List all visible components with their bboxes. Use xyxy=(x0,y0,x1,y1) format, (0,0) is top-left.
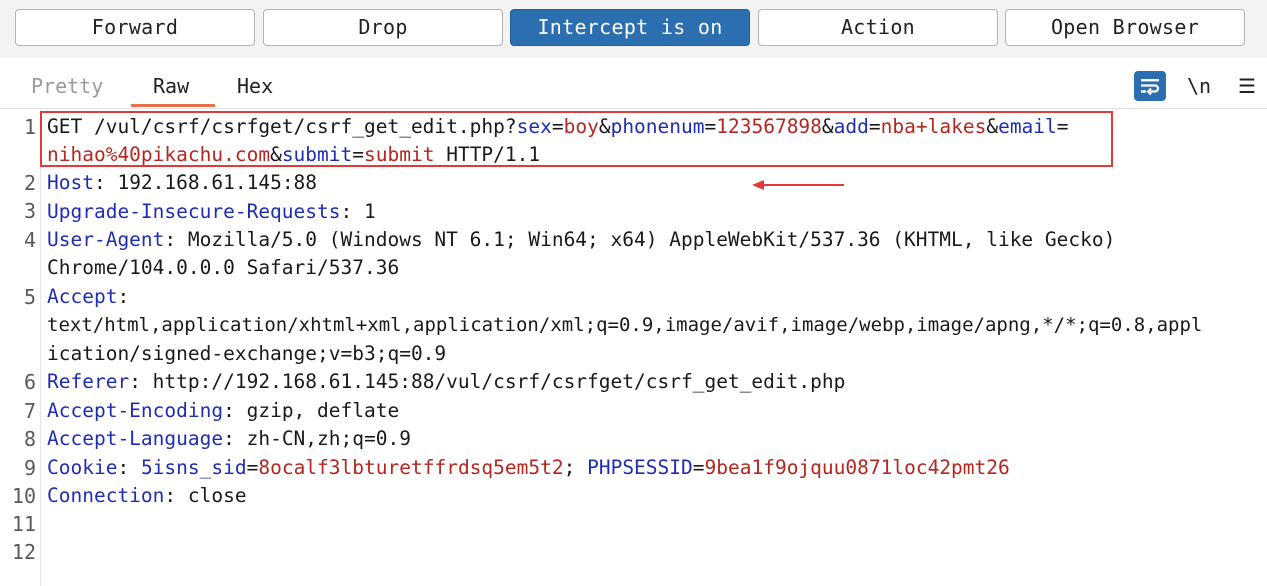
menu-icon[interactable]: ☰ xyxy=(1232,71,1262,101)
tab-pretty[interactable]: Pretty xyxy=(31,74,103,98)
header-accept[interactable]: Accept: xyxy=(47,283,129,311)
line-number: 3 xyxy=(23,199,36,223)
header-accept-value-cont[interactable]: ication/signed-exchange;v=b3;q=0.9 xyxy=(47,340,446,368)
line-number: 5 xyxy=(23,285,36,309)
line-number: 10 xyxy=(11,484,36,508)
line-number: 4 xyxy=(23,228,36,252)
header-cookie[interactable]: Cookie: 5isns_sid=8ocalf3lbturetffrdsq5e… xyxy=(47,454,1010,482)
line-number: 1 xyxy=(23,115,36,139)
line-number: 12 xyxy=(11,540,36,564)
header-upgrade-insecure-requests[interactable]: Upgrade-Insecure-Requests: 1 xyxy=(47,198,376,226)
header-accept-value[interactable]: text/html,application/xhtml+xml,applicat… xyxy=(47,311,1202,339)
line-number: 7 xyxy=(23,399,36,423)
drop-button[interactable]: Drop xyxy=(263,9,503,46)
word-wrap-icon[interactable] xyxy=(1134,71,1166,101)
header-referer[interactable]: Referer: http://192.168.61.145:88/vul/cs… xyxy=(47,368,845,396)
header-user-agent[interactable]: User-Agent: Mozilla/5.0 (Windows NT 6.1;… xyxy=(47,226,1115,254)
tab-raw[interactable]: Raw xyxy=(153,74,189,98)
line-number: 8 xyxy=(23,427,36,451)
newline-toggle-icon[interactable]: \n xyxy=(1184,71,1214,101)
active-tab-indicator xyxy=(131,104,215,107)
proxy-toolbar: Forward Drop Intercept is on Action Open… xyxy=(0,0,1267,58)
intercept-toggle-button[interactable]: Intercept is on xyxy=(510,9,750,46)
header-accept-encoding[interactable]: Accept-Encoding: gzip, deflate xyxy=(47,397,399,425)
red-arrow-annotation xyxy=(752,180,844,190)
open-browser-button[interactable]: Open Browser xyxy=(1005,9,1245,46)
highlight-box xyxy=(40,111,1113,167)
header-user-agent-cont[interactable]: Chrome/104.0.0.0 Safari/537.36 xyxy=(47,254,399,282)
header-accept-language[interactable]: Accept-Language: zh-CN,zh;q=0.9 xyxy=(47,425,411,453)
tab-hex[interactable]: Hex xyxy=(237,74,273,98)
line-number: 9 xyxy=(23,456,36,480)
line-number: 11 xyxy=(11,512,36,536)
header-host[interactable]: Host: 192.168.61.145:88 xyxy=(47,169,317,197)
line-number: 2 xyxy=(23,171,36,195)
view-tabs: Pretty Raw Hex \n ☰ xyxy=(0,58,1267,109)
header-connection[interactable]: Connection: close xyxy=(47,482,247,510)
action-button[interactable]: Action xyxy=(758,9,998,46)
line-number-gutter: 1 2 3 4 5 6 7 8 9 10 11 12 xyxy=(0,109,41,586)
forward-button[interactable]: Forward xyxy=(15,9,255,46)
line-number: 6 xyxy=(23,370,36,394)
